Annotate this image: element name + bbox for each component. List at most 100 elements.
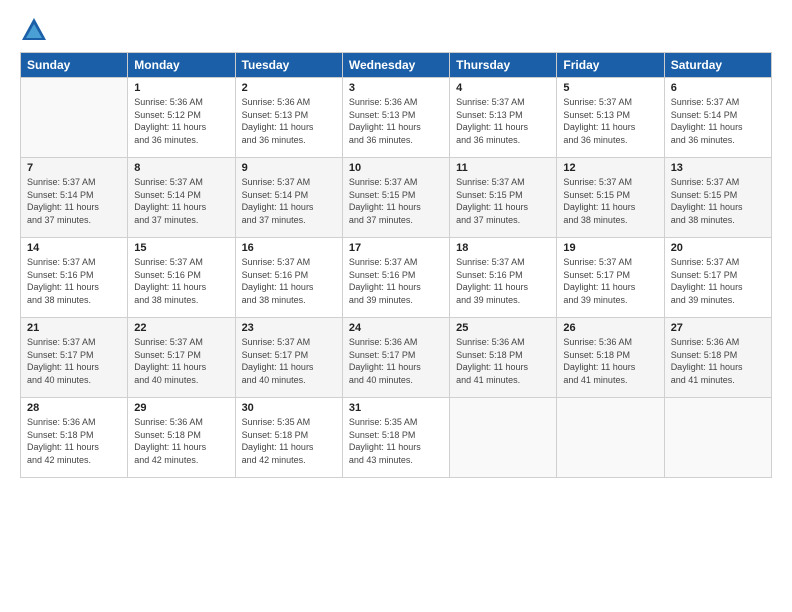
day-number: 16 (242, 242, 336, 254)
calendar-cell: 28Sunrise: 5:36 AM Sunset: 5:18 PM Dayli… (21, 398, 128, 478)
logo (20, 16, 52, 44)
calendar-cell: 18Sunrise: 5:37 AM Sunset: 5:16 PM Dayli… (450, 238, 557, 318)
calendar-cell (557, 398, 664, 478)
day-number: 27 (671, 322, 765, 334)
day-info: Sunrise: 5:37 AM Sunset: 5:13 PM Dayligh… (563, 96, 657, 146)
day-number: 25 (456, 322, 550, 334)
calendar-week-row: 21 Sunrise: 5:37 AM Sunset: 5:17 PM Dayli… (21, 318, 772, 398)
calendar-table: SundayMondayTuesdayWednesdayThursdayFrid… (20, 52, 772, 478)
day-info: Sunrise: 5:37 AM Sunset: 5:13 PM Dayligh… (456, 96, 550, 146)
calendar-cell: 26 Sunrise: 5:36 AM Sunset: 5:18 PM Dayli… (557, 318, 664, 398)
day-info: Sunrise: 5:37 AM Sunset: 5:17 PM Dayligh… (671, 256, 765, 306)
weekday-header: Wednesday (342, 53, 449, 78)
calendar-cell: 10Sunrise: 5:37 AM Sunset: 5:15 PM Dayli… (342, 158, 449, 238)
weekday-header: Thursday (450, 53, 557, 78)
calendar-cell: 22Sunrise: 5:37 AM Sunset: 5:17 PM Dayli… (128, 318, 235, 398)
day-number: 6 (671, 82, 765, 94)
day-number: 13 (671, 162, 765, 174)
day-number: 14 (27, 242, 121, 254)
day-number: 7 (27, 162, 121, 174)
day-number: 4 (456, 82, 550, 94)
calendar-cell: 21 Sunrise: 5:37 AM Sunset: 5:17 PM Dayli… (21, 318, 128, 398)
calendar-week-row: 28 Sunrise: 5:36 AM Sunset: 5:18 PM Dayli… (21, 398, 772, 478)
weekday-header: Sunday (21, 53, 128, 78)
calendar-cell: 3 Sunrise: 5:36 AM Sunset: 5:13 PM Daylig… (342, 78, 449, 158)
day-number: 15 (134, 242, 228, 254)
day-number: 26 (563, 322, 657, 334)
calendar-cell: 6 Sunrise: 5:37 AM Sunset: 5:14 PM Daylig… (664, 78, 771, 158)
day-number: 28 (27, 402, 121, 414)
day-number: 8 (134, 162, 228, 174)
day-info: Sunrise: 5:37 AM Sunset: 5:17 PM Dayligh… (242, 336, 336, 386)
day-info: Sunrise: 5:37 AM Sunset: 5:15 PM Dayligh… (563, 176, 657, 226)
calendar-cell: 30 Sunrise: 5:35 AM Sunset: 5:18 PM Dayli… (235, 398, 342, 478)
day-info: Sunrise: 5:37 AM Sunset: 5:15 PM Dayligh… (671, 176, 765, 226)
day-number: 23 (242, 322, 336, 334)
day-number: 3 (349, 82, 443, 94)
day-info: Sunrise: 5:37 AM Sunset: 5:14 PM Dayligh… (134, 176, 228, 226)
calendar-cell: 12 Sunrise: 5:37 AM Sunset: 5:15 PM Dayli… (557, 158, 664, 238)
weekday-header: Saturday (664, 53, 771, 78)
day-info: Sunrise: 5:37 AM Sunset: 5:15 PM Dayligh… (349, 176, 443, 226)
day-number: 19 (563, 242, 657, 254)
calendar-cell: 16 Sunrise: 5:37 AM Sunset: 5:16 PM Dayli… (235, 238, 342, 318)
day-number: 22 (134, 322, 228, 334)
day-info: Sunrise: 5:35 AM Sunset: 5:18 PM Dayligh… (242, 416, 336, 466)
day-info: Sunrise: 5:37 AM Sunset: 5:14 PM Dayligh… (242, 176, 336, 226)
day-number: 12 (563, 162, 657, 174)
calendar-cell: 20 Sunrise: 5:37 AM Sunset: 5:17 PM Dayli… (664, 238, 771, 318)
calendar-cell: 23 Sunrise: 5:37 AM Sunset: 5:17 PM Dayli… (235, 318, 342, 398)
day-info: Sunrise: 5:37 AM Sunset: 5:16 PM Dayligh… (134, 256, 228, 306)
calendar-cell: 31Sunrise: 5:35 AM Sunset: 5:18 PM Dayli… (342, 398, 449, 478)
day-number: 20 (671, 242, 765, 254)
day-info: Sunrise: 5:37 AM Sunset: 5:17 PM Dayligh… (27, 336, 121, 386)
page: SundayMondayTuesdayWednesdayThursdayFrid… (0, 0, 792, 612)
day-number: 1 (134, 82, 228, 94)
weekday-header: Monday (128, 53, 235, 78)
calendar-week-row: 1 Sunrise: 5:36 AM Sunset: 5:12 PM Daylig… (21, 78, 772, 158)
calendar-cell: 24 Sunrise: 5:36 AM Sunset: 5:17 PM Dayli… (342, 318, 449, 398)
calendar-cell: 14 Sunrise: 5:37 AM Sunset: 5:16 PM Dayli… (21, 238, 128, 318)
calendar-cell: 19Sunrise: 5:37 AM Sunset: 5:17 PM Dayli… (557, 238, 664, 318)
calendar-cell (664, 398, 771, 478)
day-number: 2 (242, 82, 336, 94)
day-number: 5 (563, 82, 657, 94)
day-info: Sunrise: 5:36 AM Sunset: 5:12 PM Dayligh… (134, 96, 228, 146)
day-info: Sunrise: 5:36 AM Sunset: 5:17 PM Dayligh… (349, 336, 443, 386)
day-number: 24 (349, 322, 443, 334)
calendar-cell: 27 Sunrise: 5:36 AM Sunset: 5:18 PM Dayli… (664, 318, 771, 398)
day-info: Sunrise: 5:37 AM Sunset: 5:15 PM Dayligh… (456, 176, 550, 226)
calendar-cell: 8 Sunrise: 5:37 AM Sunset: 5:14 PM Daylig… (128, 158, 235, 238)
calendar-cell: 9Sunrise: 5:37 AM Sunset: 5:14 PM Daylig… (235, 158, 342, 238)
calendar-cell: 11Sunrise: 5:37 AM Sunset: 5:15 PM Dayli… (450, 158, 557, 238)
day-info: Sunrise: 5:37 AM Sunset: 5:16 PM Dayligh… (242, 256, 336, 306)
calendar-week-row: 7 Sunrise: 5:37 AM Sunset: 5:14 PM Daylig… (21, 158, 772, 238)
day-info: Sunrise: 5:36 AM Sunset: 5:18 PM Dayligh… (134, 416, 228, 466)
calendar-cell: 5 Sunrise: 5:37 AM Sunset: 5:13 PM Daylig… (557, 78, 664, 158)
day-info: Sunrise: 5:36 AM Sunset: 5:13 PM Dayligh… (349, 96, 443, 146)
day-number: 17 (349, 242, 443, 254)
day-number: 29 (134, 402, 228, 414)
weekday-header: Tuesday (235, 53, 342, 78)
day-info: Sunrise: 5:37 AM Sunset: 5:16 PM Dayligh… (349, 256, 443, 306)
day-info: Sunrise: 5:37 AM Sunset: 5:16 PM Dayligh… (27, 256, 121, 306)
day-info: Sunrise: 5:37 AM Sunset: 5:14 PM Dayligh… (27, 176, 121, 226)
calendar-cell: 4 Sunrise: 5:37 AM Sunset: 5:13 PM Daylig… (450, 78, 557, 158)
calendar-cell: 1 Sunrise: 5:36 AM Sunset: 5:12 PM Daylig… (128, 78, 235, 158)
day-number: 30 (242, 402, 336, 414)
header (20, 16, 772, 44)
day-info: Sunrise: 5:36 AM Sunset: 5:13 PM Dayligh… (242, 96, 336, 146)
day-number: 18 (456, 242, 550, 254)
day-number: 21 (27, 322, 121, 334)
calendar-cell: 29 Sunrise: 5:36 AM Sunset: 5:18 PM Dayli… (128, 398, 235, 478)
calendar-cell: 25Sunrise: 5:36 AM Sunset: 5:18 PM Dayli… (450, 318, 557, 398)
header-row: SundayMondayTuesdayWednesdayThursdayFrid… (21, 53, 772, 78)
day-number: 31 (349, 402, 443, 414)
calendar-week-row: 14 Sunrise: 5:37 AM Sunset: 5:16 PM Dayli… (21, 238, 772, 318)
calendar-cell: 13 Sunrise: 5:37 AM Sunset: 5:15 PM Dayli… (664, 158, 771, 238)
day-info: Sunrise: 5:36 AM Sunset: 5:18 PM Dayligh… (671, 336, 765, 386)
calendar-cell: 7 Sunrise: 5:37 AM Sunset: 5:14 PM Daylig… (21, 158, 128, 238)
day-info: Sunrise: 5:36 AM Sunset: 5:18 PM Dayligh… (563, 336, 657, 386)
logo-icon (20, 16, 48, 44)
day-info: Sunrise: 5:37 AM Sunset: 5:14 PM Dayligh… (671, 96, 765, 146)
